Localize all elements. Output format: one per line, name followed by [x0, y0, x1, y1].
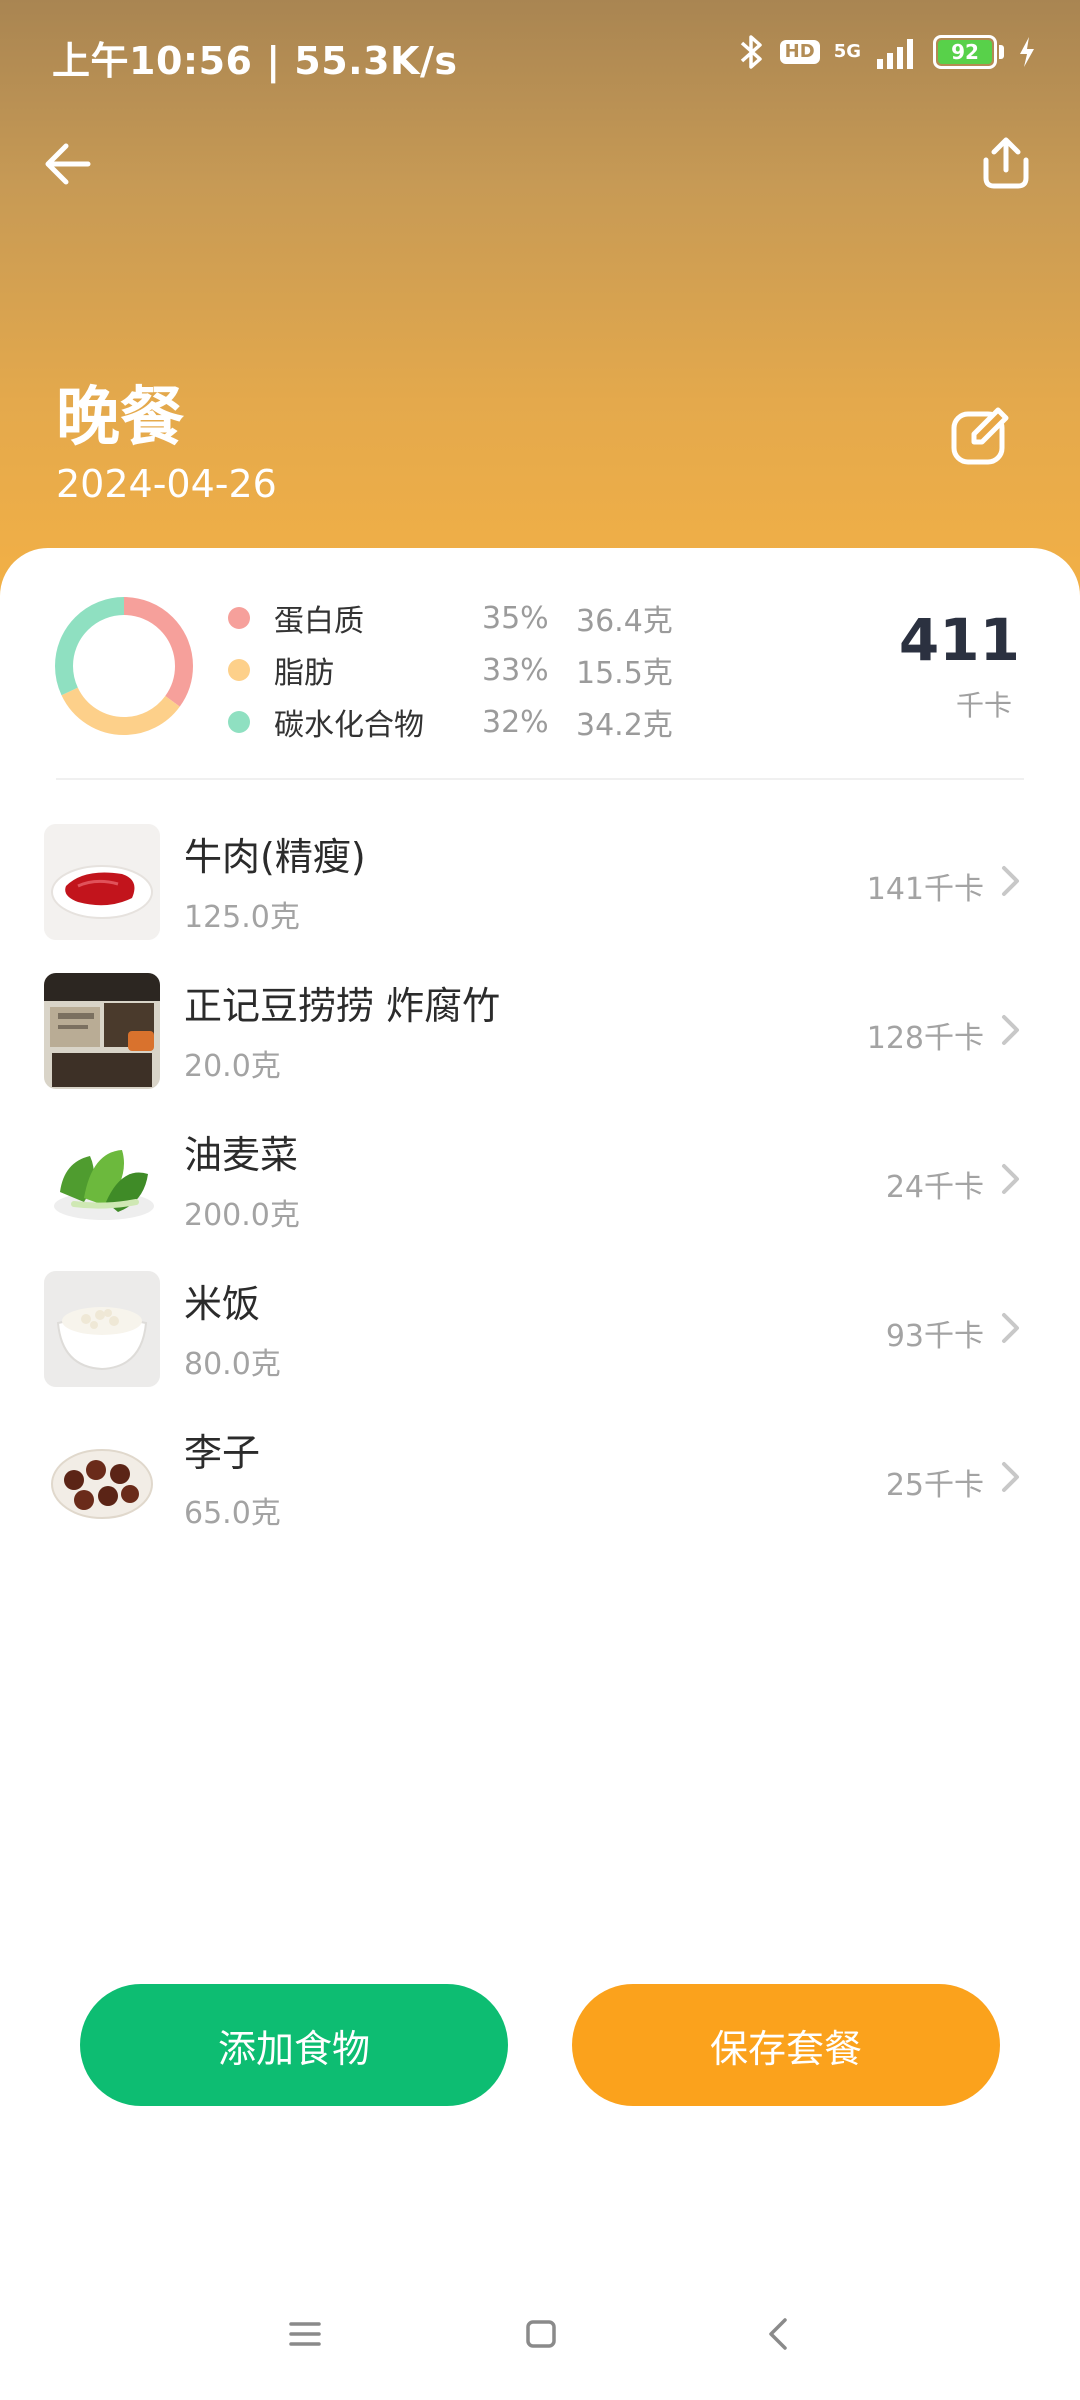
legend-row-fat: 脂肪 33% 15.5克	[226, 644, 696, 696]
food-item-beef[interactable]: 牛肉(精瘦) 125.0克 141千卡	[0, 820, 1080, 969]
charging-icon	[1020, 37, 1034, 67]
save-combo-button[interactable]: 保存套餐	[572, 1984, 1000, 2106]
food-thumbnail	[44, 1271, 160, 1387]
network-type: 5G	[833, 41, 861, 62]
food-thumbnail	[44, 824, 160, 940]
food-calories: 25千卡	[885, 1468, 984, 1503]
signal-icon	[877, 39, 913, 69]
food-amount: 65.0克	[184, 1496, 281, 1531]
food-name: 牛肉(精瘦)	[184, 835, 366, 879]
food-calories: 93千卡	[885, 1319, 984, 1354]
total-calories-unit: 千卡	[955, 689, 1012, 722]
legend-grams: 34.2克	[576, 708, 673, 743]
food-name: 米饭	[184, 1282, 261, 1326]
legend-name: 脂肪	[274, 656, 334, 691]
battery-level: 92	[938, 40, 992, 64]
food-name: 李子	[184, 1431, 261, 1475]
food-amount: 125.0克	[184, 900, 300, 935]
food-calories: 24千卡	[885, 1170, 984, 1205]
food-item-plums[interactable]: 李子 65.0克 25千卡	[0, 1416, 1080, 1565]
legend-percent: 35%	[482, 600, 549, 636]
meal-date: 2024-04-26	[56, 462, 277, 506]
chevron-right-icon	[1002, 1313, 1019, 1343]
meal-title: 晚餐	[56, 381, 184, 455]
chevron-right-icon	[1002, 1462, 1019, 1492]
food-thumbnail	[44, 1122, 160, 1238]
food-amount: 20.0克	[184, 1049, 281, 1084]
legend-percent: 32%	[482, 704, 549, 740]
total-calories: 411	[898, 606, 1020, 674]
legend-dot	[228, 607, 250, 629]
food-name: 油麦菜	[184, 1133, 299, 1177]
share-upload-icon[interactable]	[976, 132, 1036, 192]
food-item-lettuce[interactable]: 油麦菜 200.0克 24千卡	[0, 1118, 1080, 1267]
status-icons: HD 5G 92	[738, 30, 1036, 74]
legend-name: 碳水化合物	[274, 708, 424, 743]
divider	[56, 778, 1024, 780]
food-name: 正记豆捞捞 炸腐竹	[184, 984, 501, 1028]
status-bar: 上午10:56 | 55.3K/s HD 5G 92	[0, 0, 1080, 100]
status-time-speed: 上午10:56 | 55.3K/s	[52, 39, 458, 83]
hd-badge: HD	[779, 40, 820, 64]
system-nav-bar	[0, 2300, 1080, 2400]
bluetooth-icon	[740, 35, 762, 69]
food-amount: 80.0克	[184, 1347, 281, 1382]
add-food-button[interactable]: 添加食物	[80, 1984, 508, 2106]
menu-icon[interactable]	[288, 2320, 322, 2348]
macro-donut-chart	[55, 597, 193, 735]
battery-indicator: 92	[933, 35, 1004, 69]
legend-row-carbs: 碳水化合物 32% 34.2克	[226, 696, 696, 748]
food-item-rice[interactable]: 米饭 80.0克 93千卡	[0, 1267, 1080, 1416]
chevron-right-icon	[1002, 1015, 1019, 1045]
legend-row-protein: 蛋白质 35% 36.4克	[226, 592, 696, 644]
legend-percent: 33%	[482, 652, 549, 688]
back-nav-icon[interactable]	[766, 2316, 790, 2352]
food-calories: 128千卡	[866, 1021, 984, 1056]
food-list: 牛肉(精瘦) 125.0克 141千卡 正记豆捞捞 炸腐竹 20.0克 128千…	[0, 820, 1080, 1565]
chevron-right-icon	[1002, 1164, 1019, 1194]
food-item-fried-tofu-skin[interactable]: 正记豆捞捞 炸腐竹 20.0克 128千卡	[0, 969, 1080, 1118]
legend-grams: 15.5克	[576, 656, 673, 691]
home-icon[interactable]	[524, 2318, 558, 2350]
food-thumbnail	[44, 973, 160, 1089]
legend-grams: 36.4克	[576, 604, 673, 639]
edit-icon[interactable]	[944, 400, 1016, 472]
legend-name: 蛋白质	[274, 604, 364, 639]
legend-dot	[228, 711, 250, 733]
food-thumbnail	[44, 1420, 160, 1536]
chevron-right-icon	[1002, 866, 1019, 896]
back-arrow-icon[interactable]	[40, 136, 96, 192]
legend-dot	[228, 659, 250, 681]
food-calories: 141千卡	[866, 872, 984, 907]
food-amount: 200.0克	[184, 1198, 300, 1233]
macro-legend: 蛋白质 35% 36.4克 脂肪 33% 15.5克 碳水化合物 32% 34.…	[226, 592, 696, 748]
